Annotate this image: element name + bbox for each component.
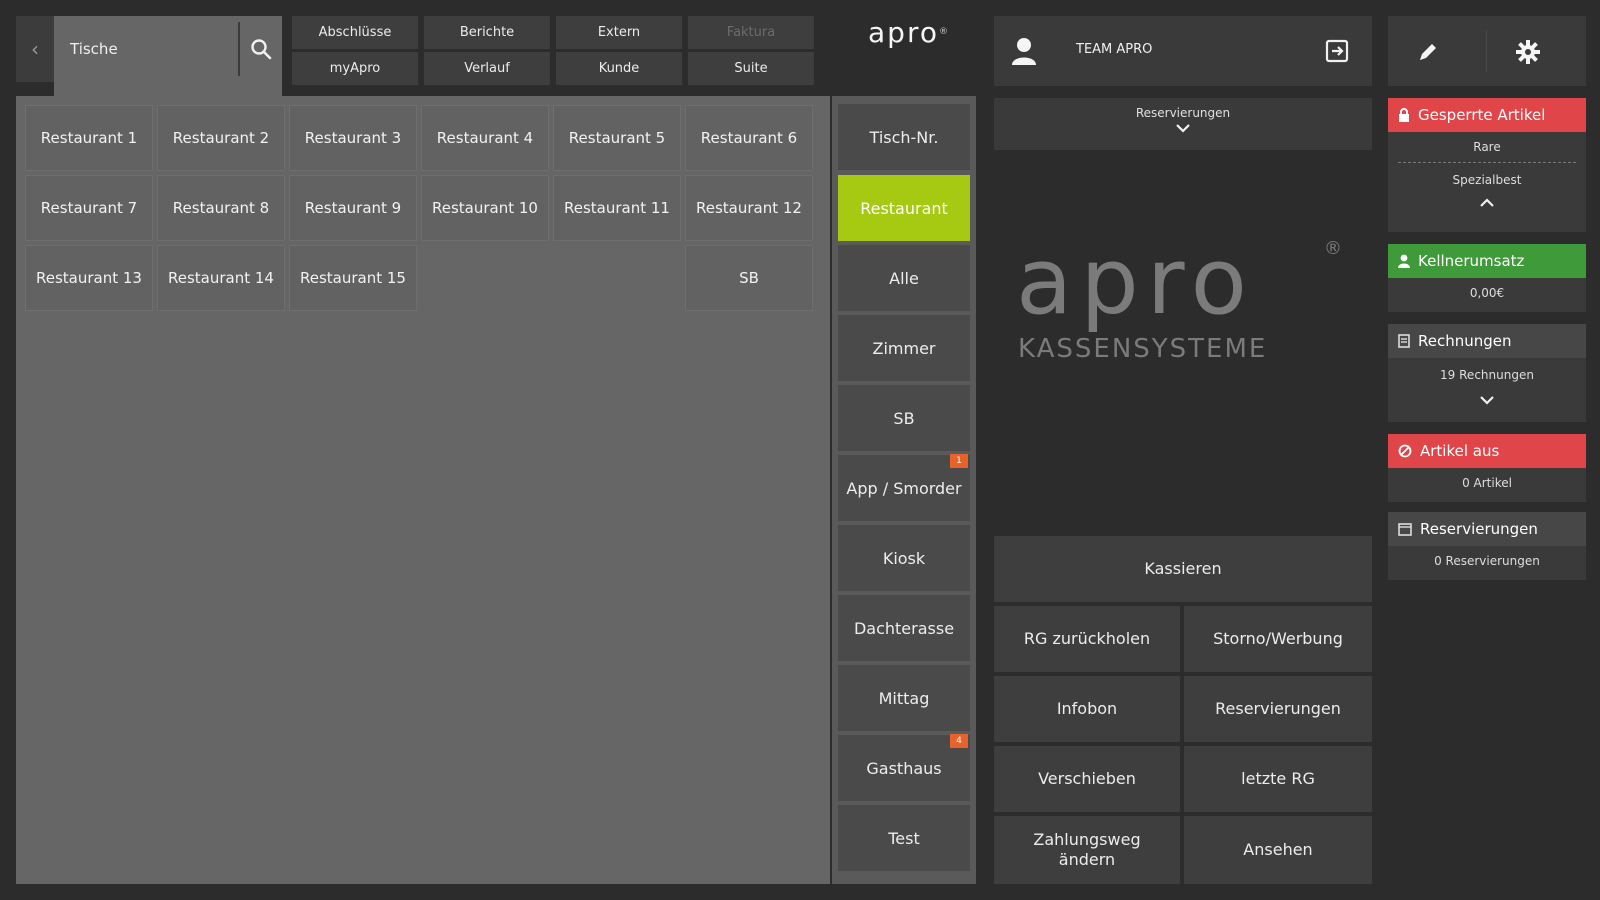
category-restaurant[interactable]: Restaurant — [838, 175, 970, 241]
tab-myapro[interactable]: myApro — [292, 52, 418, 85]
reservations-button[interactable]: Reservierungen — [1184, 676, 1372, 742]
articles-out-value: 0 Artikel — [1462, 476, 1512, 490]
articles-out-card[interactable]: Artikel aus 0 Artikel — [1388, 434, 1586, 502]
retrieve-invoice-button[interactable]: RG zurückholen — [994, 606, 1180, 672]
user-name: TEAM APRO — [1076, 42, 1153, 57]
dashed-divider — [1398, 162, 1576, 163]
table-tile[interactable]: Restaurant 14 — [157, 245, 285, 311]
lock-icon — [1399, 108, 1409, 122]
category-alle[interactable]: Alle — [838, 245, 970, 311]
blocked-item: Rare — [1473, 140, 1501, 154]
reservations-header: Reservierungen — [1388, 512, 1586, 546]
change-payment-button[interactable]: Zahlungsweg ändern — [994, 816, 1180, 884]
category-zimmer[interactable]: Zimmer — [838, 315, 970, 381]
logout-icon[interactable] — [1324, 38, 1350, 64]
view-button[interactable]: Ansehen — [1184, 816, 1372, 884]
category-dachterasse[interactable]: Dachterasse — [838, 595, 970, 661]
tab-berichte[interactable]: Berichte — [424, 16, 550, 49]
category-sb[interactable]: SB — [838, 385, 970, 451]
user-bar: TEAM APRO — [994, 16, 1372, 86]
chevron-up-icon — [1388, 193, 1586, 212]
table-tile[interactable]: Restaurant 12 — [685, 175, 813, 241]
tab-verlauf[interactable]: Verlauf — [424, 52, 550, 85]
category-kiosk[interactable]: Kiosk — [838, 525, 970, 591]
invoices-value: 19 Rechnungen — [1440, 368, 1534, 382]
tab-extern[interactable]: Extern — [556, 16, 682, 49]
tab-faktura: Faktura — [688, 16, 814, 49]
tab-suite[interactable]: Suite — [688, 52, 814, 85]
table-tile[interactable]: Restaurant 4 — [421, 105, 549, 171]
table-tile[interactable]: Restaurant 10 — [421, 175, 549, 241]
table-tile[interactable]: Restaurant 13 — [25, 245, 153, 311]
table-tile[interactable]: Restaurant 6 — [685, 105, 813, 171]
waiter-sales-card[interactable]: Kellnerumsatz 0,00€ — [1388, 244, 1586, 312]
tab-abschluesse[interactable]: Abschlüsse — [292, 16, 418, 49]
blocked-articles-card[interactable]: Gesperrte Artikel Rare Spezialbest — [1388, 98, 1586, 232]
tab-kunde[interactable]: Kunde — [556, 52, 682, 85]
reservations-dropdown-label: Reservierungen — [1135, 106, 1231, 120]
chevron-down-icon — [1388, 390, 1586, 409]
calendar-icon — [1398, 523, 1412, 536]
waiter-sales-value: 0,00€ — [1469, 286, 1505, 300]
table-tile[interactable]: Restaurant 8 — [157, 175, 285, 241]
storno-button[interactable]: Storno/Werbung — [1184, 606, 1372, 672]
table-tile[interactable]: Restaurant 7 — [25, 175, 153, 241]
category-tisch-nr[interactable]: Tisch-Nr. — [838, 104, 970, 170]
gear-icon[interactable] — [1508, 36, 1548, 68]
user-icon — [1010, 36, 1038, 66]
tool-bar — [1388, 16, 1586, 86]
apro-logo: apro ® — [868, 15, 948, 49]
table-tile[interactable]: Restaurant 11 — [553, 175, 681, 241]
reservations-value: 0 Reservierungen — [1434, 554, 1540, 568]
chevron-down-icon — [994, 122, 1372, 136]
table-tile-sb[interactable]: SB — [685, 245, 813, 311]
blocked-item: Spezialbest — [1452, 173, 1522, 187]
blocked-articles-header: Gesperrte Artikel — [1388, 98, 1586, 132]
move-button[interactable]: Verschieben — [994, 746, 1180, 812]
reservations-card[interactable]: Reservierungen 0 Reservierungen — [1388, 512, 1586, 580]
brand-registered: ® — [1324, 238, 1342, 259]
toolbar-divider — [1486, 30, 1487, 72]
table-tile[interactable]: Restaurant 5 — [553, 105, 681, 171]
table-tile[interactable]: Restaurant 2 — [157, 105, 285, 171]
table-tile[interactable]: Restaurant 3 — [289, 105, 417, 171]
reservations-dropdown[interactable]: Reservierungen — [994, 98, 1372, 150]
apro-brand-logo: apro ® KASSENSYSTEME — [1016, 228, 1356, 368]
back-button[interactable]: ‹ — [16, 16, 54, 82]
pencil-icon[interactable] — [1408, 36, 1448, 68]
category-mittag[interactable]: Mittag — [838, 665, 970, 731]
invoices-header: Rechnungen — [1388, 324, 1586, 358]
search-divider — [238, 22, 240, 76]
table-tile[interactable]: Restaurant 15 — [289, 245, 417, 311]
table-tile[interactable]: Restaurant 9 — [289, 175, 417, 241]
category-gasthaus-badge: 4 — [950, 734, 968, 748]
search-label: Tische — [70, 40, 118, 58]
table-tile[interactable]: Restaurant 1 — [25, 105, 153, 171]
waiter-sales-header: Kellnerumsatz — [1388, 244, 1586, 278]
blocked-icon — [1398, 444, 1412, 458]
receipt-icon — [1398, 334, 1410, 348]
brand-name: apro — [1016, 228, 1255, 335]
category-app-badge: 1 — [950, 454, 968, 468]
user-icon — [1398, 254, 1410, 268]
infobon-button[interactable]: Infobon — [994, 676, 1180, 742]
checkout-button[interactable]: Kassieren — [994, 536, 1372, 602]
category-test[interactable]: Test — [838, 805, 970, 871]
articles-out-header: Artikel aus — [1388, 434, 1586, 468]
brand-subtitle: KASSENSYSTEME — [1018, 334, 1268, 364]
chevron-left-icon: ‹ — [31, 37, 39, 61]
invoices-card[interactable]: Rechnungen 19 Rechnungen — [1388, 324, 1586, 422]
last-invoice-button[interactable]: letzte RG — [1184, 746, 1372, 812]
search-icon[interactable] — [246, 34, 276, 64]
